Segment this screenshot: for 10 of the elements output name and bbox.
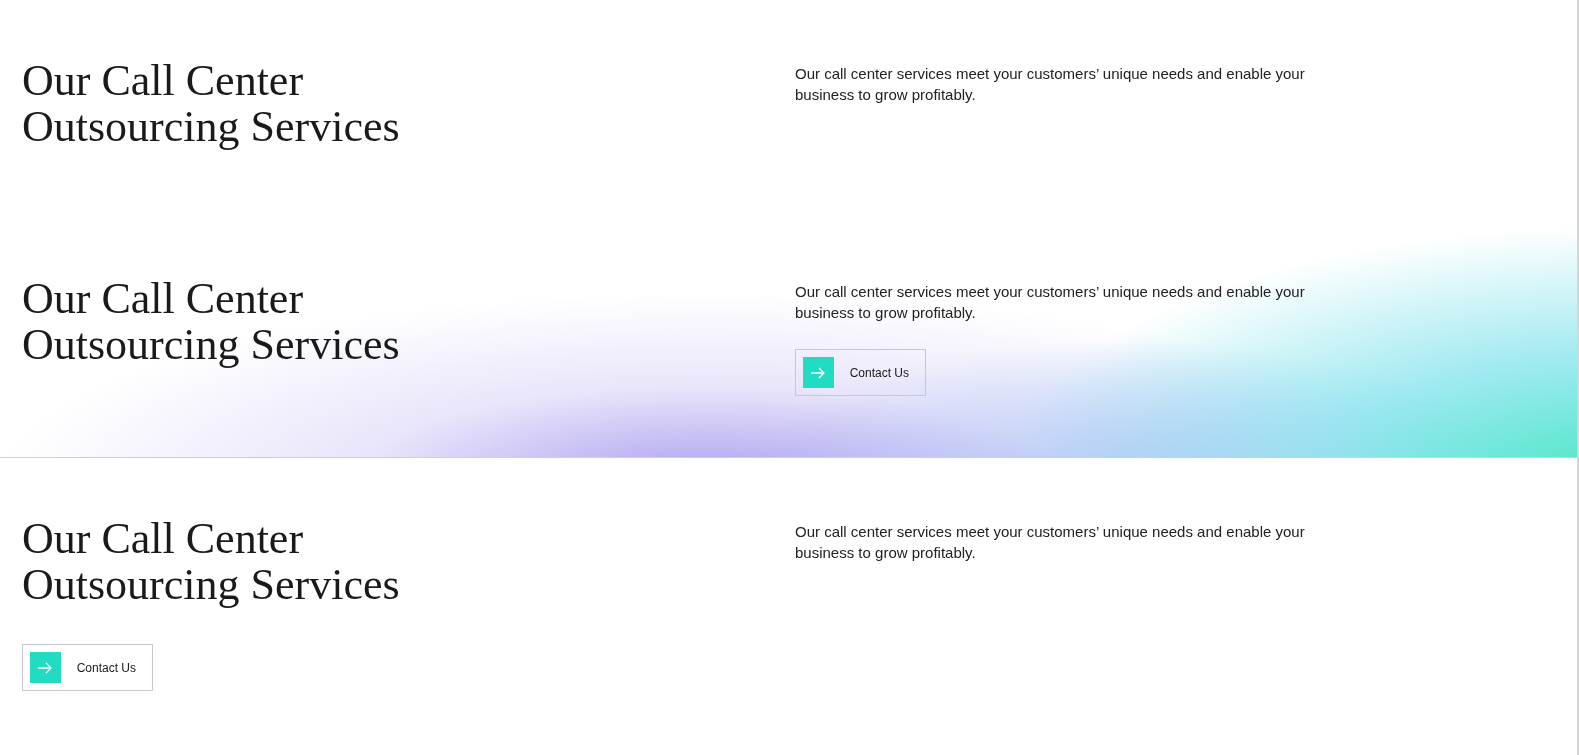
arrow-icon — [37, 661, 54, 674]
arrow-icon — [810, 366, 827, 379]
section-description: Our call center services meet your customers’ unique needs and enable your business to grow profitably. — [795, 282, 1306, 323]
section-description: Our call center services meet your customers’ unique needs and enable your business to grow profitably. — [795, 522, 1306, 563]
section-description: Our call center services meet your customers’ unique needs and enable your business to grow profitably. — [795, 64, 1306, 105]
contact-button[interactable]: Contact Us — [22, 644, 153, 691]
section-heading: Our Call Center Outsourcing Services — [22, 516, 401, 608]
section-heading: Our Call Center Outsourcing Services — [22, 58, 401, 150]
contact-button[interactable]: Contact Us — [795, 349, 926, 396]
section-heading: Our Call Center Outsourcing Services — [22, 276, 401, 368]
